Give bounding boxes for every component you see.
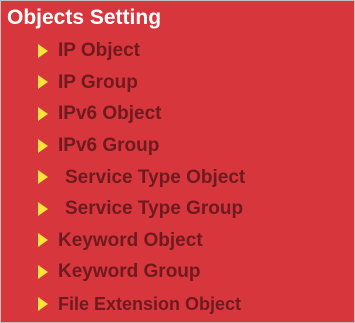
menu-item-ipv6-object[interactable]: IPv6 Object (1, 98, 354, 130)
menu-item-label: Keyword Object (58, 229, 203, 251)
menu-item-label: IPv6 Object (58, 103, 162, 125)
right-triangle-icon (38, 106, 48, 121)
menu-item-label: File Extension Object (58, 293, 242, 314)
right-triangle-icon (38, 296, 48, 311)
menu-item-label: IP Group (58, 71, 138, 93)
objects-setting-panel: Objects Setting IP Object IP Group IPv6 … (0, 0, 355, 323)
right-triangle-icon (38, 43, 48, 58)
right-triangle-icon (38, 264, 48, 279)
menu-item-label: Service Type Object (65, 166, 246, 188)
menu-item-file-extension-object[interactable]: File Extension Object (1, 288, 354, 320)
menu-item-keyword-object[interactable]: Keyword Object (1, 225, 354, 257)
menu-item-service-type-group[interactable]: Service Type Group (1, 193, 354, 225)
menu-item-ip-object[interactable]: IP Object (1, 35, 354, 67)
menu-item-label: Service Type Group (65, 198, 244, 220)
menu-item-ip-group[interactable]: IP Group (1, 67, 354, 99)
menu-item-label: Keyword Group (58, 261, 201, 283)
menu-item-keyword-group[interactable]: Keyword Group (1, 256, 354, 288)
menu-item-service-type-object[interactable]: Service Type Object (1, 161, 354, 193)
objects-menu: IP Object IP Group IPv6 Object IPv6 Grou… (1, 35, 354, 319)
menu-item-ipv6-group[interactable]: IPv6 Group (1, 130, 354, 162)
right-triangle-icon (38, 201, 48, 216)
menu-item-label: IPv6 Group (58, 135, 160, 157)
right-triangle-icon (38, 170, 48, 185)
menu-item-label: IP Object (58, 40, 141, 62)
right-triangle-icon (38, 233, 48, 248)
right-triangle-icon (38, 138, 48, 153)
right-triangle-icon (38, 75, 48, 90)
panel-title: Objects Setting (7, 6, 162, 29)
